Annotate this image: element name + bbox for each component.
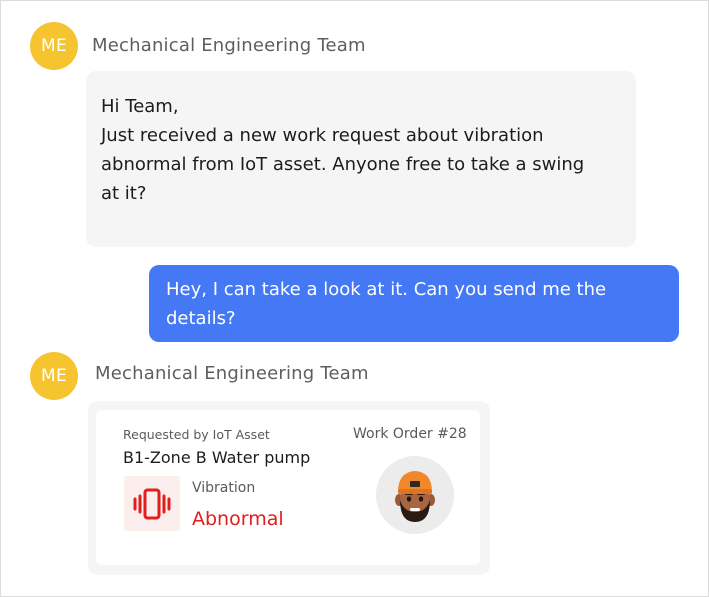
metric-label: Vibration [192, 480, 256, 496]
avatar-initials: ME [40, 36, 67, 56]
message-line: Hi Team, [101, 96, 179, 117]
sender-name: Mechanical Engineering Team [95, 363, 369, 384]
message-line: at it? [101, 183, 147, 204]
avatar-initials: ME [40, 366, 67, 386]
vibration-icon [124, 476, 180, 531]
sender-avatar[interactable]: ME [30, 22, 78, 70]
asset-name: B1-Zone B Water pump [123, 448, 311, 467]
incoming-message-bubble: Hi Team, Just received a new work reques… [86, 71, 636, 247]
assignee-avatar[interactable] [376, 456, 454, 534]
message-line: Just received a new work request about v… [101, 125, 544, 146]
outgoing-message-bubble: Hey, I can take a look at it. Can you se… [149, 265, 679, 342]
message-line: details? [166, 308, 236, 329]
metric-status: Abnormal [192, 508, 284, 530]
sender-avatar[interactable]: ME [30, 352, 78, 400]
work-order-number[interactable]: Work Order #28 [353, 426, 467, 442]
memoji-avatar-icon [395, 471, 435, 522]
sender-name: Mechanical Engineering Team [92, 35, 366, 56]
message-line: abnormal from IoT asset. Anyone free to … [101, 154, 585, 175]
message-line: Hey, I can take a look at it. Can you se… [166, 279, 607, 300]
requested-by-label: Requested by IoT Asset [123, 427, 270, 442]
